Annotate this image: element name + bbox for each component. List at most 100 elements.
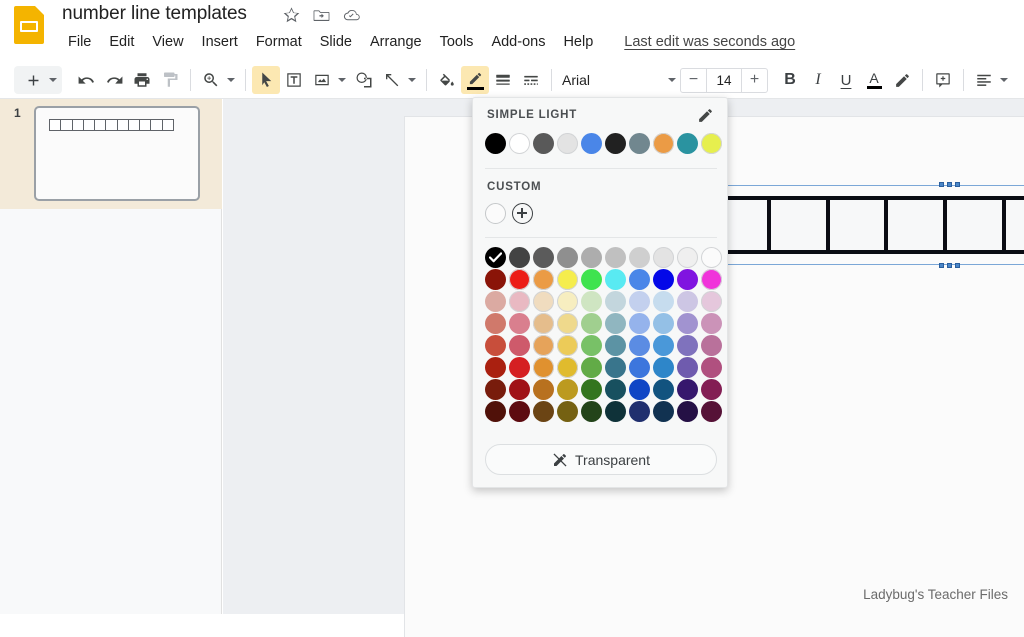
shape-icon[interactable] [350, 66, 378, 94]
theme-color-swatch-0[interactable] [485, 133, 506, 154]
palette-swatch-1-1[interactable] [509, 269, 530, 290]
palette-swatch-3-4[interactable] [581, 313, 602, 334]
palette-swatch-5-4[interactable] [581, 357, 602, 378]
theme-color-swatch-6[interactable] [629, 133, 650, 154]
palette-swatch-6-1[interactable] [509, 379, 530, 400]
select-icon[interactable] [252, 66, 280, 94]
menu-item-format[interactable]: Format [247, 32, 311, 52]
palette-swatch-5-9[interactable] [701, 357, 722, 378]
palette-swatch-7-5[interactable] [605, 401, 626, 422]
menu-item-arrange[interactable]: Arrange [361, 32, 431, 52]
palette-swatch-3-0[interactable] [485, 313, 506, 334]
palette-swatch-6-5[interactable] [605, 379, 626, 400]
paint-format-icon[interactable] [156, 66, 184, 94]
font-size-input[interactable]: 14 [706, 68, 742, 92]
palette-swatch-7-2[interactable] [533, 401, 554, 422]
palette-swatch-7-1[interactable] [509, 401, 530, 422]
palette-swatch-7-4[interactable] [581, 401, 602, 422]
palette-swatch-1-4[interactable] [581, 269, 602, 290]
palette-swatch-selected[interactable] [485, 247, 506, 268]
palette-swatch-6-6[interactable] [629, 379, 650, 400]
plus-icon[interactable] [19, 66, 47, 94]
palette-swatch-0-7[interactable] [653, 247, 674, 268]
theme-color-swatch-7[interactable] [653, 133, 674, 154]
palette-swatch-7-8[interactable] [677, 401, 698, 422]
palette-swatch-3-3[interactable] [557, 313, 578, 334]
palette-swatch-1-8[interactable] [677, 269, 698, 290]
palette-swatch-4-4[interactable] [581, 335, 602, 356]
palette-swatch-0-6[interactable] [629, 247, 650, 268]
custom-color-empty-slot[interactable] [485, 203, 506, 224]
palette-swatch-7-3[interactable] [557, 401, 578, 422]
textbox-icon[interactable] [280, 66, 308, 94]
palette-swatch-3-6[interactable] [629, 313, 650, 334]
theme-color-swatch-9[interactable] [701, 133, 722, 154]
highlight-pen-icon[interactable] [888, 66, 916, 94]
palette-swatch-2-5[interactable] [605, 291, 626, 312]
font-size-increase-button[interactable]: + [742, 69, 767, 92]
palette-swatch-6-0[interactable] [485, 379, 506, 400]
resize-handle-s2[interactable] [947, 263, 952, 268]
zoom-icon[interactable] [197, 66, 225, 94]
move-to-folder-icon[interactable] [312, 6, 331, 25]
palette-swatch-4-0[interactable] [485, 335, 506, 356]
palette-swatch-2-1[interactable] [509, 291, 530, 312]
menu-item-file[interactable]: File [63, 32, 100, 52]
palette-swatch-2-9[interactable] [701, 291, 722, 312]
edit-pencil-icon[interactable] [697, 107, 714, 124]
image-icon[interactable] [308, 66, 336, 94]
palette-swatch-1-3[interactable] [557, 269, 578, 290]
border-color-picker-popup[interactable]: SIMPLE LIGHT CUSTOM Transparent [472, 97, 728, 488]
palette-swatch-6-2[interactable] [533, 379, 554, 400]
palette-swatch-7-9[interactable] [701, 401, 722, 422]
palette-swatch-2-3[interactable] [557, 291, 578, 312]
palette-swatch-2-4[interactable] [581, 291, 602, 312]
chevron-down-icon[interactable] [49, 78, 57, 82]
palette-swatch-5-2[interactable] [533, 357, 554, 378]
palette-swatch-1-9[interactable] [701, 269, 722, 290]
palette-swatch-0-9[interactable] [701, 247, 722, 268]
resize-handle-n3[interactable] [955, 182, 960, 187]
palette-swatch-0-2[interactable] [533, 247, 554, 268]
theme-color-swatch-2[interactable] [533, 133, 554, 154]
theme-color-swatch-8[interactable] [677, 133, 698, 154]
image-chevron-down-icon[interactable] [338, 78, 346, 82]
palette-swatch-1-0[interactable] [485, 269, 506, 290]
page-title[interactable]: number line templates [62, 3, 247, 25]
theme-color-swatch-5[interactable] [605, 133, 626, 154]
theme-color-swatch-1[interactable] [509, 133, 530, 154]
align-icon[interactable] [970, 66, 998, 94]
border-weight-icon[interactable] [489, 66, 517, 94]
palette-swatch-5-8[interactable] [677, 357, 698, 378]
add-slide-button[interactable] [14, 66, 62, 94]
slide-thumbnail[interactable] [34, 106, 200, 201]
menu-item-view[interactable]: View [143, 32, 192, 52]
underline-button[interactable]: U [832, 66, 860, 94]
custom-color-row[interactable] [485, 203, 533, 224]
palette-swatch-6-4[interactable] [581, 379, 602, 400]
font-family-dropdown[interactable]: Arial [558, 67, 676, 93]
line-chevron-down-icon[interactable] [408, 78, 416, 82]
star-icon[interactable] [282, 6, 301, 25]
palette-swatch-4-1[interactable] [509, 335, 530, 356]
add-comment-icon[interactable] [929, 66, 957, 94]
resize-handle-s3[interactable] [955, 263, 960, 268]
palette-swatch-3-8[interactable] [677, 313, 698, 334]
palette-swatch-3-9[interactable] [701, 313, 722, 334]
cloud-saved-icon[interactable] [342, 6, 361, 25]
palette-swatch-4-7[interactable] [653, 335, 674, 356]
palette-swatch-4-3[interactable] [557, 335, 578, 356]
palette-swatch-7-0[interactable] [485, 401, 506, 422]
menu-item-slide[interactable]: Slide [311, 32, 361, 52]
palette-swatch-5-5[interactable] [605, 357, 626, 378]
undo-icon[interactable] [72, 66, 100, 94]
font-size-stepper[interactable]: − 14 + [680, 67, 768, 93]
palette-swatch-6-9[interactable] [701, 379, 722, 400]
palette-swatch-0-3[interactable] [557, 247, 578, 268]
palette-swatch-7-6[interactable] [629, 401, 650, 422]
palette-swatch-4-9[interactable] [701, 335, 722, 356]
palette-swatch-2-6[interactable] [629, 291, 650, 312]
palette-swatch-3-5[interactable] [605, 313, 626, 334]
palette-swatch-1-6[interactable] [629, 269, 650, 290]
palette-swatch-0-8[interactable] [677, 247, 698, 268]
